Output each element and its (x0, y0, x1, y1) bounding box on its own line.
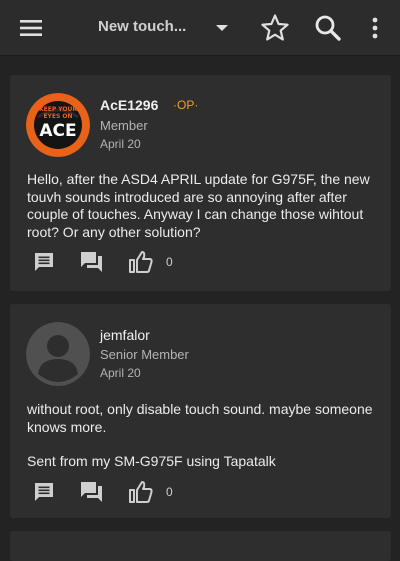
like-button[interactable] (128, 249, 154, 275)
username[interactable]: jemfalor (100, 327, 150, 343)
post-signature: Sent from my SM-G975F using Tapatalk (27, 453, 276, 469)
like-button[interactable] (128, 479, 154, 505)
star-icon (261, 14, 289, 41)
comment-icon (35, 253, 53, 271)
top-app-bar: New touch... (0, 0, 400, 56)
title-dropdown-button[interactable] (202, 8, 242, 48)
user-rank: Member (100, 118, 148, 133)
avatar[interactable] (26, 322, 90, 386)
op-badge: ·OP· (173, 98, 199, 112)
post-paragraph: Hello, after the ASD4 APRIL update for G… (27, 171, 370, 240)
chevron-down-icon (216, 25, 228, 31)
avatar-text-line-3: ACE (39, 121, 77, 141)
menu-icon (20, 20, 42, 36)
more-vertical-icon (372, 17, 378, 39)
more-options-button[interactable] (355, 8, 395, 48)
menu-button[interactable] (11, 8, 51, 48)
search-button[interactable] (308, 8, 348, 48)
forum-icon (81, 482, 102, 502)
thumbs-up-icon (129, 251, 153, 273)
post-body: Hello, after the ASD4 APRIL update for G… (27, 171, 377, 258)
post-date: April 20 (100, 137, 141, 151)
post-paragraph: without root, only disable touch sound. … (27, 401, 373, 435)
search-icon (315, 15, 341, 41)
default-user-avatar (26, 322, 90, 386)
reply-button[interactable] (32, 249, 56, 275)
like-count: 0 (166, 485, 173, 499)
quote-button[interactable] (80, 249, 104, 275)
post-actions: 0 (32, 479, 232, 507)
thumbs-up-icon (129, 481, 153, 503)
forum-icon (81, 252, 102, 272)
post-date: April 20 (100, 366, 141, 380)
username[interactable]: AcE1296 (100, 97, 158, 113)
avatar-text-line-2: EYES ON (43, 113, 73, 120)
thread-title[interactable]: New touch... (98, 18, 208, 35)
post-actions: 0 (32, 249, 232, 277)
post-body: without root, only disable touch sound. … (27, 401, 377, 488)
quote-button[interactable] (80, 479, 104, 505)
reply-button[interactable] (32, 479, 56, 505)
like-count: 0 (166, 255, 173, 269)
favorite-button[interactable] (255, 8, 295, 48)
post-card: jemfalor Senior Member April 20 without … (10, 304, 391, 518)
post-card: KEEP YOUR EYES ON ACE AcE1296 ·OP· Membe… (10, 75, 391, 291)
post-card (10, 531, 391, 561)
user-rank: Senior Member (100, 347, 189, 362)
comment-icon (35, 483, 53, 501)
avatar[interactable]: KEEP YOUR EYES ON ACE (26, 93, 90, 157)
